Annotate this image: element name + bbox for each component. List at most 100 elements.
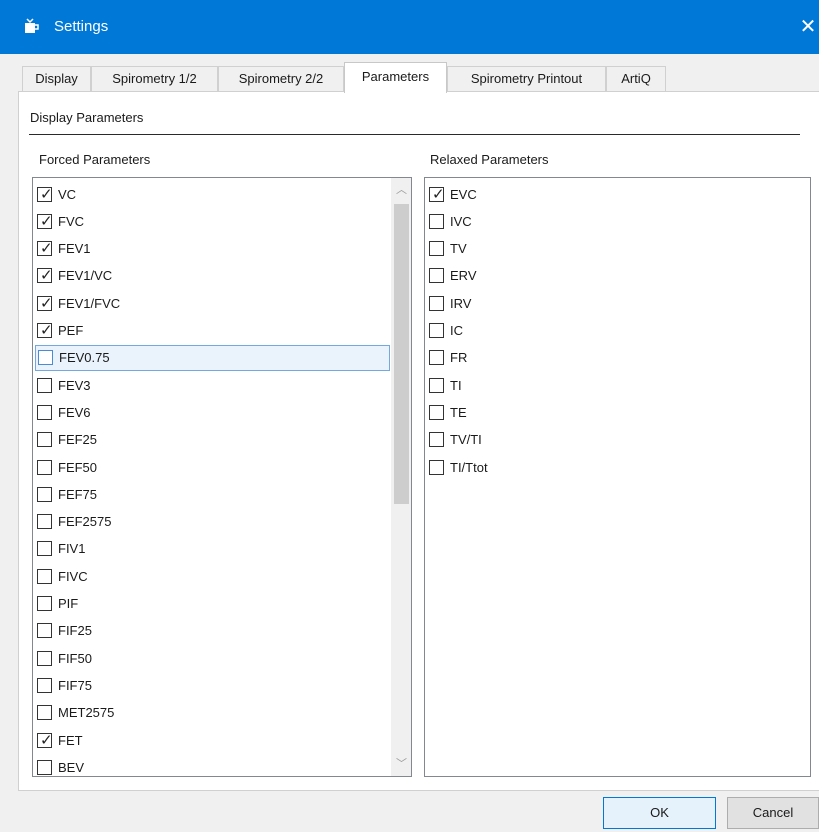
relaxed-parameters-list[interactable]: ✓ EVC IVC TV ERV IRV IC FR TI TE TV/TI TI/Ttot <box>424 177 811 777</box>
parameter-label: IC <box>450 323 463 338</box>
tab-spirometry-printout[interactable]: Spirometry Printout <box>447 66 606 92</box>
checkbox[interactable] <box>37 486 52 502</box>
cancel-button[interactable]: Cancel <box>727 797 819 829</box>
parameter-item-pif[interactable]: PIF <box>37 591 78 617</box>
checkbox[interactable] <box>38 350 53 366</box>
checkmark-icon: ✓ <box>432 184 445 203</box>
checkbox[interactable]: ✓ <box>37 239 53 257</box>
parameter-item-fet[interactable]: ✓ FET <box>37 727 83 753</box>
parameter-item-met2575[interactable]: MET2575 <box>37 700 114 726</box>
title-bar: Settings ✕ <box>0 0 819 54</box>
checkbox[interactable] <box>37 377 52 393</box>
parameters-panel: Display Parameters Forced Parameters Rel… <box>18 91 819 791</box>
parameter-label: FR <box>450 350 468 366</box>
parameter-item-fif25[interactable]: FIF25 <box>37 618 92 644</box>
close-icon[interactable]: ✕ <box>796 14 819 40</box>
parameter-item-fef50[interactable]: FEF50 <box>37 454 97 480</box>
checkbox[interactable] <box>37 623 52 639</box>
parameter-item-fivc[interactable]: FIVC <box>37 563 88 589</box>
parameter-item-ivc[interactable]: IVC <box>429 208 472 234</box>
parameter-item-vc[interactable]: ✓ VC <box>37 181 76 207</box>
checkbox[interactable] <box>37 541 52 557</box>
parameter-item-fif50[interactable]: FIF50 <box>37 645 92 671</box>
parameter-item-fef25[interactable]: FEF25 <box>37 427 97 453</box>
parameter-item-ti[interactable]: TI <box>429 372 462 398</box>
parameter-label: FIF25 <box>58 623 92 639</box>
checkbox[interactable] <box>37 432 52 448</box>
checkbox[interactable] <box>37 459 52 475</box>
checkbox[interactable] <box>429 295 444 311</box>
parameter-item-bev[interactable]: BEV <box>37 754 84 776</box>
checkbox[interactable] <box>429 323 444 338</box>
parameter-label: FIV1 <box>58 541 86 557</box>
parameter-item-fev1[interactable]: ✓ FEV1 <box>37 236 91 262</box>
checkbox[interactable]: ✓ <box>37 184 53 203</box>
parameter-item-fif75[interactable]: FIF75 <box>37 672 92 698</box>
parameter-item-te[interactable]: TE <box>429 399 467 425</box>
checkbox[interactable]: ✓ <box>37 321 53 339</box>
parameter-label: FEV1/FVC <box>58 295 121 311</box>
parameter-item-irv[interactable]: IRV <box>429 290 471 316</box>
checkbox[interactable] <box>429 432 444 448</box>
tab-display[interactable]: Display <box>22 66 91 92</box>
parameter-item-ic[interactable]: IC <box>429 318 463 344</box>
forced-parameters-list[interactable]: ︿ ﹀ ✓ VC ✓ FVC ✓ FEV1 ✓ FEV1/VC ✓ FEV1/FVC ✓ PEF FEV… <box>32 177 412 777</box>
checkmark-icon: ✓ <box>40 266 53 285</box>
tab-artiq[interactable]: ArtiQ <box>606 66 666 92</box>
checkbox[interactable]: ✓ <box>429 184 445 203</box>
parameter-item-fiv1[interactable]: FIV1 <box>37 536 85 562</box>
parameter-item-fev1-vc[interactable]: ✓ FEV1/VC <box>37 263 112 289</box>
scroll-down-icon[interactable]: ﹀ <box>391 754 411 774</box>
ok-button[interactable]: OK <box>603 797 716 829</box>
checkbox[interactable] <box>37 705 52 721</box>
tab-parameters[interactable]: Parameters <box>344 62 447 93</box>
parameter-item-evc[interactable]: ✓ EVC <box>429 181 477 207</box>
checkbox[interactable] <box>429 404 444 420</box>
parameter-item-fev0-75[interactable]: FEV0.75 <box>35 344 390 371</box>
parameter-item-fef2575[interactable]: FEF2575 <box>37 509 111 535</box>
forced-list-scrollbar[interactable]: ︿ ﹀ <box>391 178 411 776</box>
parameter-label: FEV6 <box>58 404 91 420</box>
checkbox[interactable] <box>429 350 444 366</box>
checkbox[interactable] <box>429 268 444 284</box>
checkbox[interactable] <box>37 568 52 584</box>
parameter-item-erv[interactable]: ERV <box>429 263 477 289</box>
checkmark-icon: ✓ <box>40 184 53 203</box>
checkbox[interactable]: ✓ <box>37 294 53 312</box>
parameter-item-tv-ti[interactable]: TV/TI <box>429 427 482 453</box>
checkbox[interactable]: ✓ <box>37 731 53 749</box>
checkbox[interactable] <box>429 241 444 257</box>
parameter-label: FIF50 <box>58 650 92 666</box>
parameter-item-ti-ttot[interactable]: TI/Ttot <box>429 454 488 480</box>
parameter-label: VC <box>58 186 77 202</box>
parameter-item-fev6[interactable]: FEV6 <box>37 399 91 425</box>
checkbox[interactable] <box>37 759 52 775</box>
checkbox[interactable] <box>37 677 52 693</box>
parameter-item-fvc[interactable]: ✓ FVC <box>37 208 84 234</box>
checkbox[interactable] <box>37 404 52 420</box>
tab-spirometry-1[interactable]: Spirometry 1/2 <box>91 66 218 92</box>
parameter-item-fef75[interactable]: FEF75 <box>37 481 97 507</box>
parameter-item-fr[interactable]: FR <box>429 345 467 371</box>
checkbox[interactable] <box>429 213 444 229</box>
checkbox[interactable] <box>429 377 444 393</box>
parameter-label: FET <box>58 732 83 748</box>
tab-spirometry-2[interactable]: Spirometry 2/2 <box>218 66 344 92</box>
scroll-up-icon[interactable]: ︿ <box>391 180 411 200</box>
parameter-label: FEF75 <box>58 486 98 502</box>
parameter-label: FEV3 <box>58 377 91 393</box>
scroll-thumb[interactable] <box>394 204 409 504</box>
checkbox[interactable] <box>37 596 52 611</box>
checkbox[interactable] <box>37 514 52 530</box>
parameter-label: FVC <box>58 213 84 229</box>
parameter-item-tv[interactable]: TV <box>429 236 467 262</box>
checkbox[interactable] <box>37 650 52 666</box>
parameter-label: TI/Ttot <box>450 459 488 475</box>
parameter-label: FEV0.75 <box>59 350 110 366</box>
parameter-item-pef[interactable]: ✓ PEF <box>37 318 83 344</box>
checkbox[interactable]: ✓ <box>37 266 53 285</box>
parameter-item-fev1-fvc[interactable]: ✓ FEV1/FVC <box>37 290 120 316</box>
checkbox[interactable]: ✓ <box>37 212 53 230</box>
checkbox[interactable] <box>429 459 444 475</box>
parameter-item-fev3[interactable]: FEV3 <box>37 372 91 398</box>
